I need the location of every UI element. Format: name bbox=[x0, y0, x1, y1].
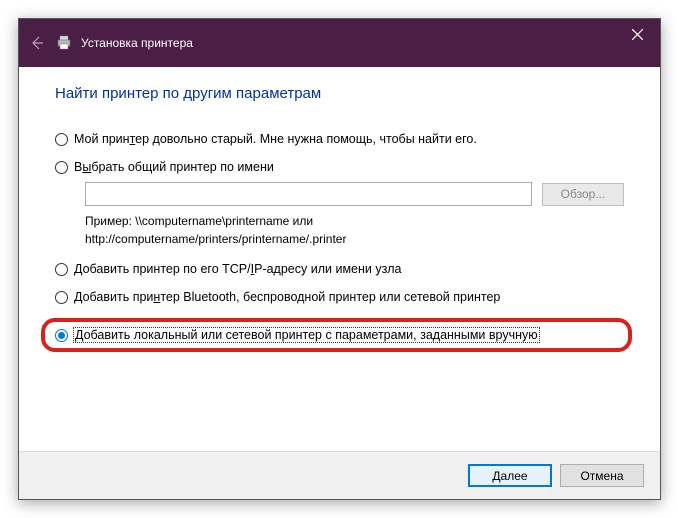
option-label: Добавить принтер Bluetooth, беспроводной… bbox=[74, 290, 500, 304]
printer-wizard-window: Установка принтера Найти принтер по друг… bbox=[18, 18, 661, 500]
option-label: Мой принтер довольно старый. Мне нужна п… bbox=[74, 132, 477, 146]
cancel-button[interactable]: Отмена bbox=[560, 464, 644, 487]
radio-icon bbox=[55, 133, 68, 146]
option-tcpip[interactable]: Добавить принтер по его TCP/IP-адресу ил… bbox=[55, 262, 624, 276]
option-label: Добавить принтер по его TCP/IP-адресу ил… bbox=[74, 262, 401, 276]
back-button[interactable] bbox=[19, 19, 55, 67]
printer-name-input[interactable] bbox=[85, 182, 532, 206]
radio-icon bbox=[55, 263, 68, 276]
option-label: Добавить локальный или сетевой принтер с… bbox=[74, 328, 539, 342]
content-area: Найти принтер по другим параметрам Мой п… bbox=[19, 67, 660, 352]
printer-name-block: Обзор... Пример: \\computername\printern… bbox=[85, 182, 624, 248]
highlighted-option: Добавить локальный или сетевой принтер с… bbox=[41, 318, 632, 352]
next-button[interactable]: Далее bbox=[468, 464, 552, 487]
close-button[interactable] bbox=[614, 19, 660, 49]
option-old-printer[interactable]: Мой принтер довольно старый. Мне нужна п… bbox=[55, 132, 624, 146]
option-bluetooth[interactable]: Добавить принтер Bluetooth, беспроводной… bbox=[55, 290, 624, 304]
option-by-name[interactable]: Выбрать общий принтер по имени bbox=[55, 160, 624, 174]
footer: Далее Отмена bbox=[19, 451, 660, 499]
back-arrow-icon bbox=[29, 35, 45, 51]
radio-icon bbox=[55, 329, 68, 342]
page-heading: Найти принтер по другим параметрам bbox=[55, 85, 624, 102]
example-text: Пример: \\computername\printername или h… bbox=[85, 212, 624, 248]
radio-icon bbox=[55, 161, 68, 174]
close-icon bbox=[632, 29, 643, 40]
browse-button: Обзор... bbox=[542, 183, 624, 206]
radio-icon bbox=[55, 291, 68, 304]
titlebar: Установка принтера bbox=[19, 19, 660, 67]
option-manual[interactable]: Добавить локальный или сетевой принтер с… bbox=[55, 328, 539, 342]
window-title: Установка принтера bbox=[81, 36, 193, 50]
printer-icon bbox=[55, 34, 73, 52]
option-label: Выбрать общий принтер по имени bbox=[74, 160, 274, 174]
